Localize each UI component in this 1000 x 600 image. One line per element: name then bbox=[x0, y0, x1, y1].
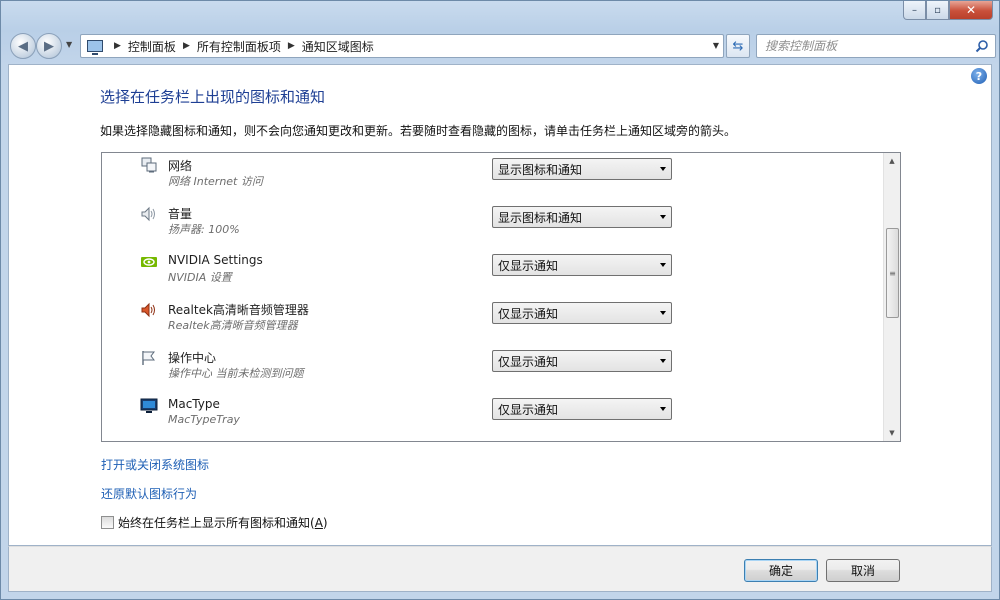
item-name: 音量 bbox=[168, 207, 193, 221]
dialog-footer: 确定 取消 bbox=[8, 546, 992, 592]
speaker-icon bbox=[141, 206, 155, 222]
item-description: 操作中心 当前未检测到问题 bbox=[168, 367, 304, 380]
chevron-down-icon bbox=[660, 215, 666, 219]
breadcrumb-notification-icons[interactable]: 通知区域图标 bbox=[302, 38, 374, 55]
always-show-checkbox[interactable] bbox=[101, 516, 114, 529]
search-input[interactable] bbox=[765, 39, 965, 53]
system-icons-link[interactable]: 打开或关闭系统图标 bbox=[101, 456, 209, 473]
address-dropdown-icon[interactable]: ▼ bbox=[713, 41, 719, 50]
nvidia-icon bbox=[141, 257, 157, 267]
behavior-value: 显示图标和通知 bbox=[498, 162, 583, 177]
search-box[interactable] bbox=[756, 34, 996, 58]
behavior-dropdown[interactable]: 显示图标和通知 bbox=[492, 158, 672, 180]
behavior-value: 仅显示通知 bbox=[498, 258, 559, 273]
recent-pages-dropdown-icon[interactable]: ▼ bbox=[66, 40, 76, 52]
network-icon bbox=[141, 157, 157, 173]
breadcrumb-separator-icon[interactable]: ▶ bbox=[114, 41, 121, 51]
restore-defaults-link[interactable]: 还原默认图标行为 bbox=[101, 485, 197, 502]
behavior-value: 仅显示通知 bbox=[498, 402, 559, 417]
list-item: 网络 网络 Internet 访问 显示图标和通知 bbox=[102, 153, 884, 201]
realtek-speaker-icon bbox=[141, 302, 155, 318]
always-show-label[interactable]: 始终在任务栏上显示所有图标和通知(A) bbox=[118, 514, 328, 531]
always-show-option[interactable]: 始终在任务栏上显示所有图标和通知(A) bbox=[101, 514, 328, 531]
behavior-value: 显示图标和通知 bbox=[498, 210, 583, 225]
behavior-value: 仅显示通知 bbox=[498, 306, 559, 321]
behavior-dropdown[interactable]: 仅显示通知 bbox=[492, 302, 672, 324]
behavior-dropdown[interactable]: 仅显示通知 bbox=[492, 398, 672, 420]
behavior-dropdown[interactable]: 仅显示通知 bbox=[492, 254, 672, 276]
behavior-dropdown[interactable]: 显示图标和通知 bbox=[492, 206, 672, 228]
page-title: 选择在任务栏上出现的图标和通知 bbox=[100, 88, 326, 106]
behavior-value: 仅显示通知 bbox=[498, 354, 559, 369]
monitor-icon bbox=[140, 398, 158, 413]
item-description: NVIDIA 设置 bbox=[168, 271, 232, 284]
list-item: MacType MacTypeTray 仅显示通知 bbox=[102, 393, 884, 441]
chevron-down-icon bbox=[660, 359, 666, 363]
navigation-bar: ◀ ▶ ▼ ▶ 控制面板 ▶ 所有控制面板项 ▶ 通知区域图标 ▼ ⇆ bbox=[8, 32, 996, 60]
breadcrumb-control-panel[interactable]: 控制面板 bbox=[128, 38, 176, 55]
control-panel-icon bbox=[87, 40, 103, 55]
chevron-down-icon bbox=[660, 167, 666, 171]
chevron-down-icon bbox=[660, 311, 666, 315]
cancel-button[interactable]: 取消 bbox=[826, 559, 900, 582]
item-name: 网络 bbox=[168, 159, 193, 173]
chevron-down-icon bbox=[660, 407, 666, 411]
back-button[interactable]: ◀ bbox=[10, 33, 36, 59]
list-item: Realtek高清晰音频管理器 Realtek高清晰音频管理器 仅显示通知 bbox=[102, 297, 884, 345]
item-name: MacType bbox=[168, 397, 220, 411]
search-icon[interactable] bbox=[975, 39, 989, 53]
refresh-button[interactable]: ⇆ bbox=[726, 34, 750, 58]
item-description: 网络 Internet 访问 bbox=[168, 175, 263, 188]
window-title bbox=[9, 9, 569, 23]
close-button[interactable]: ✕ bbox=[949, 1, 993, 20]
forward-button[interactable]: ▶ bbox=[36, 33, 62, 59]
item-description: MacTypeTray bbox=[168, 413, 240, 426]
window-controls: – ▫ ✕ bbox=[903, 1, 993, 20]
item-description: 扬声器: 100% bbox=[168, 223, 240, 236]
forward-arrow-icon: ▶ bbox=[44, 38, 54, 54]
breadcrumb-separator-icon[interactable]: ▶ bbox=[183, 41, 190, 51]
scrollbar-thumb[interactable]: ≡ bbox=[886, 228, 899, 318]
item-name: Realtek高清晰音频管理器 bbox=[168, 303, 309, 317]
list-item: 操作中心 操作中心 当前未检测到问题 仅显示通知 bbox=[102, 345, 884, 393]
intro-text: 如果选择隐藏图标和通知，则不会向您通知更改和更新。若要随时查看隐藏的图标，请单击… bbox=[100, 124, 737, 138]
item-description: Realtek高清晰音频管理器 bbox=[168, 319, 298, 332]
refresh-icon: ⇆ bbox=[732, 38, 744, 54]
address-bar[interactable]: ▶ 控制面板 ▶ 所有控制面板项 ▶ 通知区域图标 ▼ bbox=[80, 34, 724, 58]
minimize-button[interactable]: – bbox=[903, 1, 926, 20]
item-name: 操作中心 bbox=[168, 351, 217, 365]
back-arrow-icon: ◀ bbox=[18, 38, 28, 54]
behavior-dropdown[interactable]: 仅显示通知 bbox=[492, 350, 672, 372]
scroll-down-arrow-icon[interactable]: ▼ bbox=[884, 425, 900, 441]
breadcrumb-all-items[interactable]: 所有控制面板项 bbox=[197, 38, 281, 55]
chevron-down-icon bbox=[660, 263, 666, 267]
breadcrumb-separator-icon[interactable]: ▶ bbox=[288, 41, 295, 51]
list-item: 音量 扬声器: 100% 显示图标和通知 bbox=[102, 201, 884, 249]
restore-button[interactable]: ▫ bbox=[926, 1, 949, 20]
vertical-scrollbar[interactable]: ▲ ≡ ▼ bbox=[883, 153, 900, 441]
item-name: NVIDIA Settings bbox=[168, 253, 263, 267]
help-icon[interactable]: ? bbox=[971, 68, 987, 84]
flag-icon bbox=[142, 351, 155, 365]
notification-icons-list[interactable]: 网络 网络 Internet 访问 显示图标和通知 音量 扬声器: 100% 显… bbox=[101, 152, 901, 442]
list-item: NVIDIA Settings NVIDIA 设置 仅显示通知 bbox=[102, 249, 884, 297]
ok-button[interactable]: 确定 bbox=[744, 559, 818, 582]
scroll-up-arrow-icon[interactable]: ▲ bbox=[884, 153, 900, 169]
content-panel: ? 选择在任务栏上出现的图标和通知 如果选择隐藏图标和通知，则不会向您通知更改和… bbox=[8, 64, 992, 546]
